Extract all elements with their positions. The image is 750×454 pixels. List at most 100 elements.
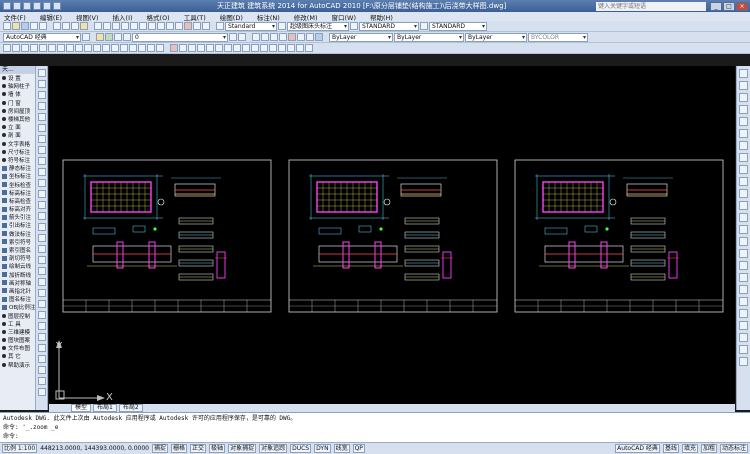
tangent-menu-item[interactable]: 工 具	[0, 320, 35, 328]
osnap-toggle[interactable]: 对象捕捉	[228, 444, 257, 453]
dim-style-select[interactable]: 超级图床头标注	[287, 21, 349, 31]
erase-icon[interactable]	[170, 44, 178, 52]
undo-icon[interactable]	[94, 22, 102, 30]
zoom-realtime-icon[interactable]	[121, 22, 129, 30]
tangent-menu-item[interactable]: 索引符号	[0, 238, 35, 246]
modify-tool-icon[interactable]	[739, 321, 748, 330]
redo-icon[interactable]	[53, 2, 61, 10]
modify-tool-icon[interactable]	[739, 213, 748, 222]
modify-tool-icon[interactable]	[739, 177, 748, 186]
tool-icon[interactable]	[38, 135, 46, 143]
menu-edit[interactable]: 编辑(E)	[40, 12, 62, 22]
tangent-menu-item[interactable]: 画对称轴	[0, 279, 35, 287]
polyline-icon[interactable]	[21, 44, 29, 52]
modify-tool-icon[interactable]	[739, 237, 748, 246]
make-current-icon[interactable]	[229, 33, 237, 41]
tool-icon[interactable]	[38, 80, 46, 88]
dim-style-icon[interactable]	[278, 22, 286, 30]
tool-icon[interactable]	[38, 366, 46, 374]
pan-icon[interactable]	[112, 22, 120, 30]
tangent-menu-item[interactable]: 图层控制	[0, 311, 35, 320]
copy-icon[interactable]	[62, 22, 70, 30]
rectangle-icon[interactable]	[39, 44, 47, 52]
tool-icon[interactable]	[38, 91, 46, 99]
layer-manager-icon[interactable]	[96, 33, 104, 41]
workspace-settings-icon[interactable]	[82, 33, 90, 41]
spline-icon[interactable]	[75, 44, 83, 52]
tch-tool-icon[interactable]	[252, 33, 260, 41]
table-style-icon[interactable]	[350, 22, 358, 30]
break-icon[interactable]	[269, 44, 277, 52]
otrack-toggle[interactable]: 对象追踪	[259, 444, 288, 453]
tch-tool-icon[interactable]	[261, 33, 269, 41]
color-select[interactable]: ByLayer	[329, 32, 393, 42]
tangent-menu-item[interactable]: 坐标标注	[0, 172, 35, 180]
ducs-toggle[interactable]: DUCS	[290, 444, 312, 453]
tangent-menu-item[interactable]: 索引图名	[0, 246, 35, 254]
ortho-toggle[interactable]: 正交	[190, 444, 207, 453]
redo-icon[interactable]	[103, 22, 111, 30]
modify-tool-icon[interactable]	[739, 69, 748, 78]
modify-tool-icon[interactable]	[739, 165, 748, 174]
offset-icon[interactable]	[197, 44, 205, 52]
tangent-menu-item[interactable]: 加折断线	[0, 271, 35, 279]
tangent-menu-item[interactable]: 剖切符号	[0, 254, 35, 262]
bold-button[interactable]: 加粗	[700, 444, 717, 453]
cut-icon[interactable]	[53, 22, 61, 30]
chamfer-icon[interactable]	[287, 44, 295, 52]
tangent-menu-item[interactable]: 坐标检查	[0, 180, 35, 189]
tangent-menu-item[interactable]: 图块图案	[0, 336, 35, 344]
table-style-select[interactable]: STANDARD	[359, 21, 419, 31]
table-icon[interactable]	[147, 44, 155, 52]
tangent-menu-item[interactable]: 墙 体	[0, 90, 35, 98]
snap-toggle[interactable]: 捕捉	[152, 444, 169, 453]
rotate-icon[interactable]	[224, 44, 232, 52]
circle-icon[interactable]	[57, 44, 65, 52]
dyn-toggle[interactable]: DYN	[314, 444, 331, 453]
modify-tool-icon[interactable]	[739, 81, 748, 90]
open-icon[interactable]	[23, 2, 31, 10]
extend-icon[interactable]	[260, 44, 268, 52]
lineweight-toggle[interactable]: 线宽	[333, 444, 350, 453]
tool-icon[interactable]	[38, 256, 46, 264]
tangent-menu-item[interactable]: 标高标注	[0, 189, 35, 197]
tool-icon[interactable]	[38, 234, 46, 242]
tangent-menu-item[interactable]: 做法标注	[0, 230, 35, 238]
move-icon[interactable]	[215, 44, 223, 52]
scale-icon[interactable]	[233, 44, 241, 52]
help-search-input[interactable]: 键入关键字或短语	[596, 1, 706, 11]
multileader-style-icon[interactable]	[420, 22, 428, 30]
modify-tool-icon[interactable]	[739, 225, 748, 234]
tool-icon[interactable]	[38, 355, 46, 363]
properties-icon[interactable]	[148, 22, 156, 30]
copy-object-icon[interactable]	[179, 44, 187, 52]
sheet-set-icon[interactable]	[175, 22, 183, 30]
menu-modify[interactable]: 修改(M)	[294, 12, 318, 22]
zoom-window-icon[interactable]	[130, 22, 138, 30]
tangent-menu-item[interactable]: 帮助演示	[0, 361, 35, 369]
gradient-icon[interactable]	[129, 44, 137, 52]
tangent-menu-item[interactable]: 尺寸标注	[0, 148, 35, 156]
tch-tool-icon[interactable]	[279, 33, 287, 41]
polygon-icon[interactable]	[30, 44, 38, 52]
mtext-icon[interactable]	[156, 44, 164, 52]
menu-format[interactable]: 格式(O)	[147, 12, 170, 22]
tangent-menu-item[interactable]: 立 面	[0, 123, 35, 131]
modify-tool-icon[interactable]	[739, 285, 748, 294]
markup-icon[interactable]	[184, 22, 192, 30]
layer-select[interactable]: 0	[132, 32, 228, 42]
tch-tool-icon[interactable]	[297, 33, 305, 41]
help-icon[interactable]	[202, 22, 210, 30]
tab-model[interactable]: 模型	[71, 404, 92, 412]
modify-tool-icon[interactable]	[739, 153, 748, 162]
trim-icon[interactable]	[251, 44, 259, 52]
modify-tool-icon[interactable]	[739, 261, 748, 270]
tool-icon[interactable]	[38, 267, 46, 275]
baseline-button[interactable]: 基线	[662, 444, 679, 453]
modify-tool-icon[interactable]	[739, 93, 748, 102]
tangent-menu-item[interactable]: 剖 面	[0, 131, 35, 139]
close-button[interactable]: ×	[736, 1, 748, 11]
modify-tool-icon[interactable]	[739, 105, 748, 114]
arc-icon[interactable]	[48, 44, 56, 52]
paste-icon[interactable]	[71, 22, 79, 30]
